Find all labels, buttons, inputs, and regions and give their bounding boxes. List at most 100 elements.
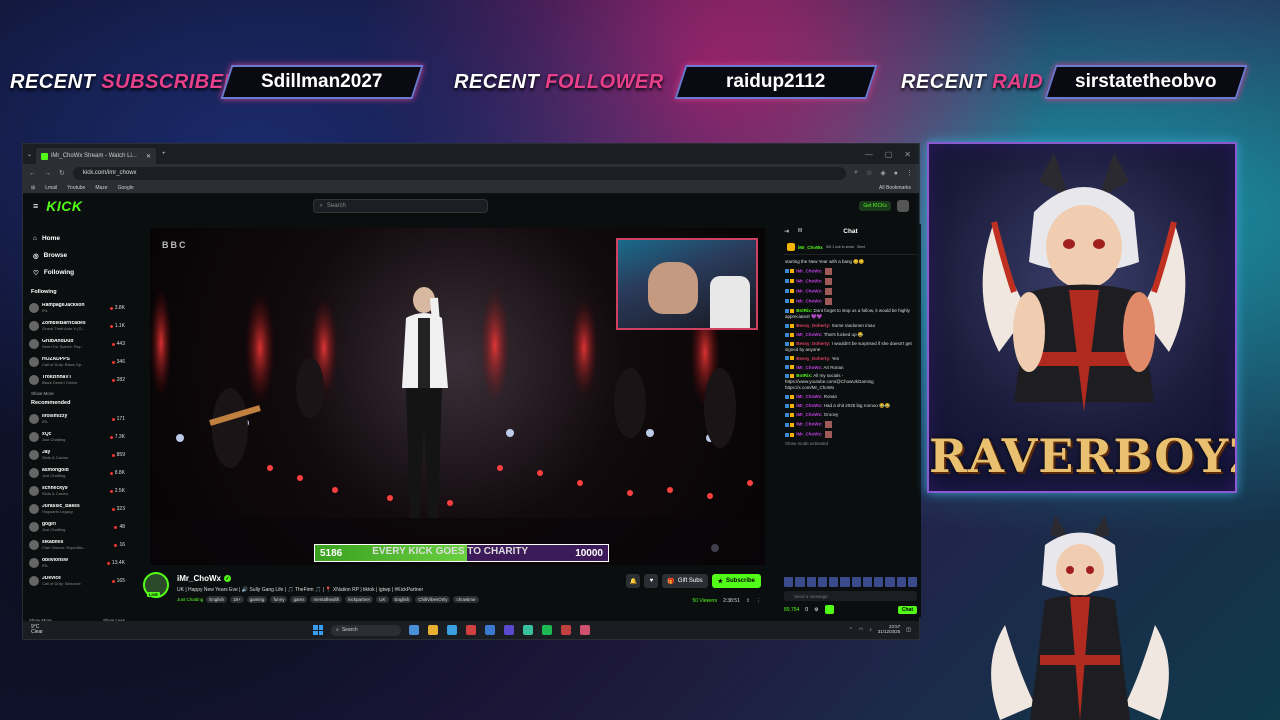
chat-username[interactable]: BotRix: [796,373,812,378]
chat-message[interactable]: iMr_ChoWx: Had a shit 2025 big ronnoo 😂😂 [785,403,916,409]
bookmark-star-icon[interactable]: ☆ [866,169,872,177]
emote-icon[interactable] [851,577,861,587]
channel-points[interactable]: 89,754 [784,607,799,613]
profile-icon[interactable]: ● [894,170,898,177]
stream-tag[interactable]: English [391,596,413,603]
get-kicks-button[interactable]: Get KICKs [859,201,891,211]
share-icon[interactable]: ⇪ [746,598,750,604]
emote-icon[interactable] [829,577,839,587]
system-clock[interactable]: 23:57 31/12/2025 [878,624,901,635]
chat-username[interactable]: Bessy_Doherty: [796,356,830,361]
bookmark-item[interactable]: Lmail [45,185,57,191]
stream-tag[interactable]: ChillVibesOnly [415,596,451,603]
emote-icon[interactable] [784,577,794,587]
wifi-icon[interactable]: ◠ [859,627,863,633]
video-player[interactable]: BBC 5186 EVERY KICK GOES TO CHARITY 1000… [150,228,765,565]
hamburger-menu-icon[interactable]: ≡ [33,201,38,211]
chat-username[interactable]: BotRix: [796,308,812,313]
emote-picker-icon[interactable] [824,605,834,614]
kick-logo[interactable]: KICK [46,198,82,214]
channel-row[interactable]: ZombieBarricades Grand Theft Auto V (G...… [29,317,125,335]
channel-row[interactable]: HOZADPPS Call of Duty: Black Op... 346 [29,353,125,371]
chat-message[interactable]: BotRix: Dont forget to stop us a follow,… [785,308,916,320]
emote-icon[interactable] [885,577,895,587]
chat-message[interactable]: iMr_ChoWx: Ari Ronan [785,365,916,371]
chat-message[interactable]: iMr_ChoWx: [785,287,916,295]
close-window-icon[interactable]: ✕ [904,150,911,159]
chat-message[interactable]: iMr_ChoWx: That's fucked up 😂 [785,332,916,338]
bookmark-item[interactable]: Maze [95,185,107,191]
chat-username[interactable]: iMr_ChoWx: [796,394,822,399]
stream-tag[interactable]: gams [290,596,308,603]
gift-subs-button[interactable]: 🎁 Gift Subs [662,574,708,588]
stream-tag[interactable]: chowtime [453,596,479,603]
reload-icon[interactable]: ↻ [59,169,65,177]
new-tab-icon[interactable]: + [162,151,166,157]
stream-tag[interactable]: funny [270,596,288,603]
taskbar-app-icon[interactable] [466,625,476,635]
chat-message[interactable]: iMr_ChoWx: [785,421,916,429]
emote-icon[interactable] [896,577,906,587]
chat-message[interactable]: iMr_ChoWx: [785,267,916,275]
more-options-icon[interactable]: ⋮ [756,598,761,604]
chat-username[interactable]: iMr_ChoWx: [796,403,822,408]
stream-tag[interactable]: 18+ [230,596,244,603]
apps-grid-icon[interactable]: ⊞ [31,185,35,191]
stream-category[interactable]: Just Chatting [177,597,203,602]
zoom-icon[interactable]: ⌕ [854,169,858,177]
channel-row[interactable]: Jay Slots & Casino 859 [29,446,125,464]
emote-icon[interactable] [907,577,917,587]
url-input[interactable]: kick.com/imr_chowx [72,166,847,180]
chat-message[interactable]: starting the New Year with a bang 😊😊 [785,259,916,265]
extension-icon[interactable]: ◈ [880,169,885,177]
chat-settings-icon[interactable]: ⚙ [814,607,818,613]
collapse-chat-icon[interactable]: ⇥ [784,228,789,235]
all-bookmarks[interactable]: All Bookmarks [879,185,911,191]
emote-icon[interactable] [806,577,816,587]
taskbar-app-icon[interactable] [580,625,590,635]
chat-message[interactable]: iMr_ChoWx: Ronan [785,394,916,400]
taskbar-app-icon[interactable] [523,625,533,635]
chat-input[interactable]: Send a message [784,591,917,601]
taskbar-app-icon[interactable] [561,625,571,635]
minimize-icon[interactable]: — [865,150,873,159]
windows-start-icon[interactable] [313,625,323,635]
browser-tab[interactable]: iMr_ChoWx Stream - Watch Li... ✕ [36,148,157,164]
emote-icon[interactable] [874,577,884,587]
pinned-gift[interactable]: iMr_ChoWx Gift 1 sub to sirsta Sked [784,240,917,255]
chat-username[interactable]: Bessy_Doherty: [796,323,830,328]
chat-username[interactable]: iMr_ChoWx: [796,279,822,284]
nav-browse[interactable]: ◎ Browse [29,247,125,264]
tab-menu-icon[interactable]: ⌄ [27,151,32,158]
notifications-icon[interactable]: ◫ [906,627,911,633]
volume-icon[interactable]: ♪ [869,627,872,633]
taskbar-app-icon[interactable] [409,625,419,635]
taskbar-app-icon[interactable] [504,625,514,635]
chat-username[interactable]: iMr_ChoWx: [796,289,822,294]
chat-username[interactable]: iMr_ChoWx: [796,332,822,337]
channel-row[interactable]: ilfoismizzy IRL 171 [29,410,125,428]
stream-tag[interactable]: gaming [246,596,268,603]
chat-message[interactable]: Bessy_Doherty: Yes [785,356,916,362]
chat-username[interactable]: Bessy_Doherty: [796,341,830,346]
channel-row[interactable]: asmongold Just Chatting 8.8K [29,464,125,482]
chat-message[interactable]: iMr_ChoWx: [785,431,916,439]
chat-message[interactable]: BotRix: All my socials - https://www.you… [785,373,916,391]
nav-home[interactable]: ⌂ Home [29,230,125,247]
emote-icon[interactable] [817,577,827,587]
taskbar-search[interactable]: ⌕ Search [331,624,401,636]
browser-menu-icon[interactable]: ⋮ [906,169,913,177]
bookmark-item[interactable]: Youtube [67,185,85,191]
nav-following[interactable]: ♡ Following [29,264,125,281]
channel-row[interactable]: JDevice Call of Duty: Warzone 165 [29,572,125,590]
taskbar-app-icon[interactable] [485,625,495,635]
chat-username[interactable]: iMr_ChoWx: [796,412,822,417]
emote-icon[interactable] [862,577,872,587]
channel-row[interactable]: xQc Just Chatting 7.3K [29,428,125,446]
stream-tag[interactable]: UK [376,596,389,603]
notification-bell-icon[interactable]: 🔔 [626,574,641,588]
streamer-name[interactable]: iMr_ChoWx ✓ [177,574,231,583]
back-icon[interactable]: ← [29,170,36,177]
maximize-icon[interactable]: ▢ [885,150,893,159]
channel-row[interactable]: oblivionsw IRL 13.4K [29,554,125,572]
